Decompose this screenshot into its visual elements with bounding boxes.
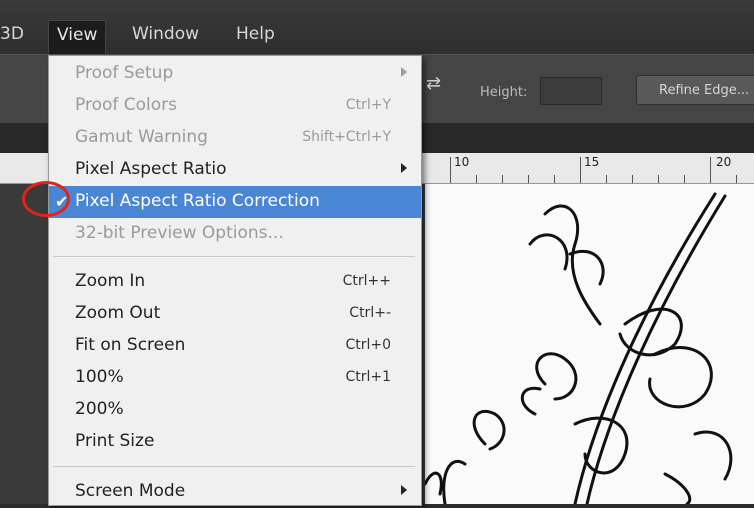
submenu-arrow-icon	[401, 485, 407, 495]
ruler-number: 15	[584, 155, 600, 169]
ruler-tick	[502, 175, 503, 183]
menu-bar: 3D View Window Help	[0, 0, 754, 55]
ruler-number: 10	[454, 155, 470, 169]
menu-item-label: Zoom Out	[75, 303, 161, 323]
menu-separator	[53, 466, 415, 467]
menu-item-label: Pixel Aspect Ratio Correction	[75, 191, 320, 211]
menu-item-shortcut: Ctrl+1	[345, 369, 391, 385]
menu-separator	[53, 256, 415, 257]
menu-item-shortcut: Ctrl+Y	[345, 97, 391, 113]
menu-item-pixel-aspect-ratio-correction[interactable]: ✔ Pixel Aspect Ratio Correction	[49, 186, 421, 218]
menu-view[interactable]: View	[48, 20, 107, 55]
menu-item-32bit-preview-options: 32-bit Preview Options...	[49, 218, 421, 250]
menu-item-shortcut: Ctrl+0	[345, 337, 391, 353]
menu-item-screen-mode[interactable]: Screen Mode	[49, 476, 421, 508]
menu-window[interactable]: Window	[132, 24, 199, 44]
menu-help[interactable]: Help	[236, 24, 275, 44]
menu-item-print-size[interactable]: Print Size	[49, 426, 421, 458]
ruler-tick	[736, 175, 737, 183]
menu-item-zoom-in[interactable]: Zoom In Ctrl++	[49, 266, 421, 298]
menu-item-label: Proof Setup	[75, 63, 174, 83]
ruler-tick	[710, 157, 711, 183]
floral-line-art	[425, 192, 733, 504]
view-menu-dropdown: Proof Setup Proof Colors Ctrl+Y Gamut Wa…	[48, 55, 422, 506]
menu-item-shortcut: Ctrl++	[342, 273, 391, 289]
menu-item-label: Zoom In	[75, 271, 146, 291]
submenu-arrow-icon	[401, 163, 407, 173]
ruler-tick	[528, 175, 529, 183]
document-canvas[interactable]	[425, 184, 754, 504]
menu-item-label: Pixel Aspect Ratio	[75, 159, 227, 179]
swap-arrows-icon[interactable]: ⇄	[426, 73, 448, 95]
menu-item-proof-colors: Proof Colors Ctrl+Y	[49, 90, 421, 122]
ruler-tick	[580, 157, 581, 183]
ruler-tick	[606, 175, 607, 183]
submenu-arrow-icon	[401, 67, 407, 77]
menu-item-label: Proof Colors	[75, 95, 177, 115]
ruler-tick	[684, 175, 685, 183]
ruler-tick	[658, 175, 659, 183]
ruler-tick	[632, 175, 633, 183]
menu-item-shortcut: Shift+Ctrl+Y	[302, 129, 391, 145]
menu-item-200-percent[interactable]: 200%	[49, 394, 421, 426]
menu-item-label: Screen Mode	[75, 481, 186, 501]
menu-item-label: Gamut Warning	[75, 127, 208, 147]
annotation-circle	[22, 181, 70, 217]
height-field[interactable]	[540, 77, 602, 105]
menu-3d[interactable]: 3D	[0, 24, 24, 44]
menu-item-100-percent[interactable]: 100% Ctrl+1	[49, 362, 421, 394]
menu-item-label: 200%	[75, 399, 124, 419]
menu-item-label: 32-bit Preview Options...	[75, 223, 284, 243]
menu-item-proof-setup: Proof Setup	[49, 58, 421, 90]
menu-item-zoom-out[interactable]: Zoom Out Ctrl+-	[49, 298, 421, 330]
ruler-tick	[450, 157, 451, 183]
ruler-tick	[554, 175, 555, 183]
menu-item-label: Fit on Screen	[75, 335, 186, 355]
menu-item-pixel-aspect-ratio[interactable]: Pixel Aspect Ratio	[49, 154, 421, 186]
ruler-number: 20	[716, 155, 732, 169]
menu-item-label: 100%	[75, 367, 124, 387]
ruler-tick	[476, 175, 477, 183]
menu-item-fit-on-screen[interactable]: Fit on Screen Ctrl+0	[49, 330, 421, 362]
refine-edge-button[interactable]: Refine Edge...	[636, 75, 754, 105]
menu-item-gamut-warning: Gamut Warning Shift+Ctrl+Y	[49, 122, 421, 154]
menu-item-shortcut: Ctrl+-	[349, 305, 391, 321]
height-label: Height:	[480, 85, 528, 100]
menu-item-label: Print Size	[75, 431, 155, 451]
